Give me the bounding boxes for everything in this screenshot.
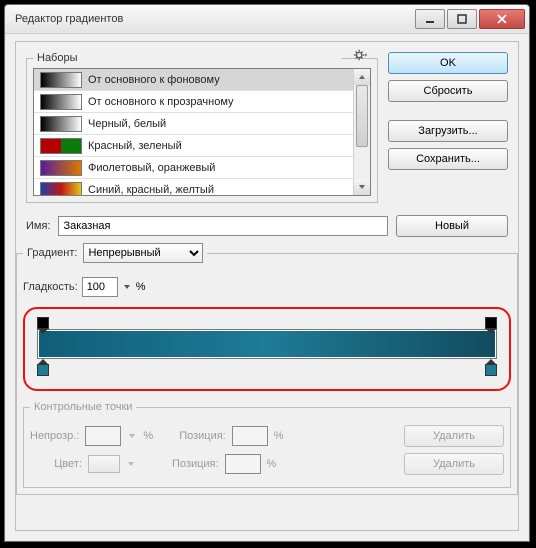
preset-label: От основного к фоновому [88,74,354,86]
scroll-down-button[interactable] [354,179,370,195]
close-button[interactable] [479,9,525,29]
preset-scrollbar[interactable] [353,69,370,195]
position-label: Позиция: [179,430,226,442]
preset-list[interactable]: От основного к фоновому От основного к п… [33,68,371,196]
load-button[interactable]: Загрузить... [388,120,508,142]
preset-swatch [40,160,82,176]
cancel-button[interactable]: Сбросить [388,80,508,102]
preset-swatch [40,116,82,132]
editor-window: Редактор градиентов [4,4,530,542]
scroll-up-button[interactable] [354,69,370,85]
name-label: Имя: [26,220,50,232]
preset-swatch [40,94,82,110]
opacity-input [85,426,121,446]
gear-icon [353,48,367,62]
color-swatch [88,455,120,473]
color-stop-label: Цвет: [30,458,82,470]
percent-sign: % [143,430,153,442]
opacity-stop-right[interactable] [485,317,497,329]
delete-opacity-stop-button: Удалить [404,425,504,447]
chevron-down-icon [128,432,136,440]
preset-swatch [40,72,82,88]
gradient-group: Градиент: Непрерывный Гладкость: % [16,243,518,495]
percent-sign: % [136,281,146,293]
smoothness-input[interactable] [82,277,118,297]
titlebar[interactable]: Редактор градиентов [5,5,529,34]
smoothness-label: Гладкость: [23,281,78,293]
position-label: Позиция: [172,458,219,470]
minimize-button[interactable] [415,9,445,29]
preset-label: Фиолетовый, оранжевый [88,162,354,174]
opacity-stop-left[interactable] [37,317,49,329]
percent-sign: % [267,458,277,470]
name-input[interactable] [58,216,388,236]
scroll-thumb[interactable] [356,85,368,147]
chevron-down-icon [123,283,131,291]
preset-item[interactable]: Черный, белый [34,113,354,135]
presets-menu-button[interactable] [353,48,367,65]
preset-label: Черный, белый [88,118,354,130]
preset-item[interactable]: Фиолетовый, оранжевый [34,157,354,179]
color-position-input [225,454,261,474]
preset-swatch [40,182,82,197]
new-button[interactable]: Новый [396,215,508,237]
ok-button[interactable]: OK [388,52,508,74]
gradient-type-label: Градиент: [27,247,77,259]
presets-legend: Наборы [37,52,78,64]
save-button[interactable]: Сохранить... [388,148,508,170]
preset-label: Красный, зеленый [88,140,354,152]
smoothness-stepper[interactable] [122,283,132,291]
opacity-position-input [232,426,268,446]
preset-swatch [40,138,82,154]
preset-item[interactable]: От основного к прозрачному [34,91,354,113]
preset-label: Синий, красный, желтый [88,184,354,196]
opacity-stepper [127,432,137,440]
color-stop-right[interactable] [485,359,497,371]
control-points-group: Контрольные точки Непрозр.: % Позиция: [23,401,511,488]
delete-color-stop-button: Удалить [404,453,504,475]
preset-item[interactable]: От основного к фоновому [34,69,354,91]
chevron-down-icon [127,460,135,468]
presets-group: Наборы [26,52,378,203]
color-stepper [126,460,136,468]
preset-item[interactable]: Красный, зеленый [34,135,354,157]
opacity-stop-label: Непрозр.: [30,430,79,442]
gradient-bar[interactable] [37,329,497,359]
window-title: Редактор градиентов [15,13,415,25]
color-stop-left[interactable] [37,359,49,371]
preset-item[interactable]: Синий, красный, желтый [34,179,354,196]
percent-sign: % [274,430,284,442]
gradient-editor-highlight [23,307,511,391]
gradient-type-select[interactable]: Непрерывный [83,243,203,263]
maximize-button[interactable] [447,9,477,29]
preset-label: От основного к прозрачному [88,96,354,108]
control-points-legend: Контрольные точки [30,401,136,413]
